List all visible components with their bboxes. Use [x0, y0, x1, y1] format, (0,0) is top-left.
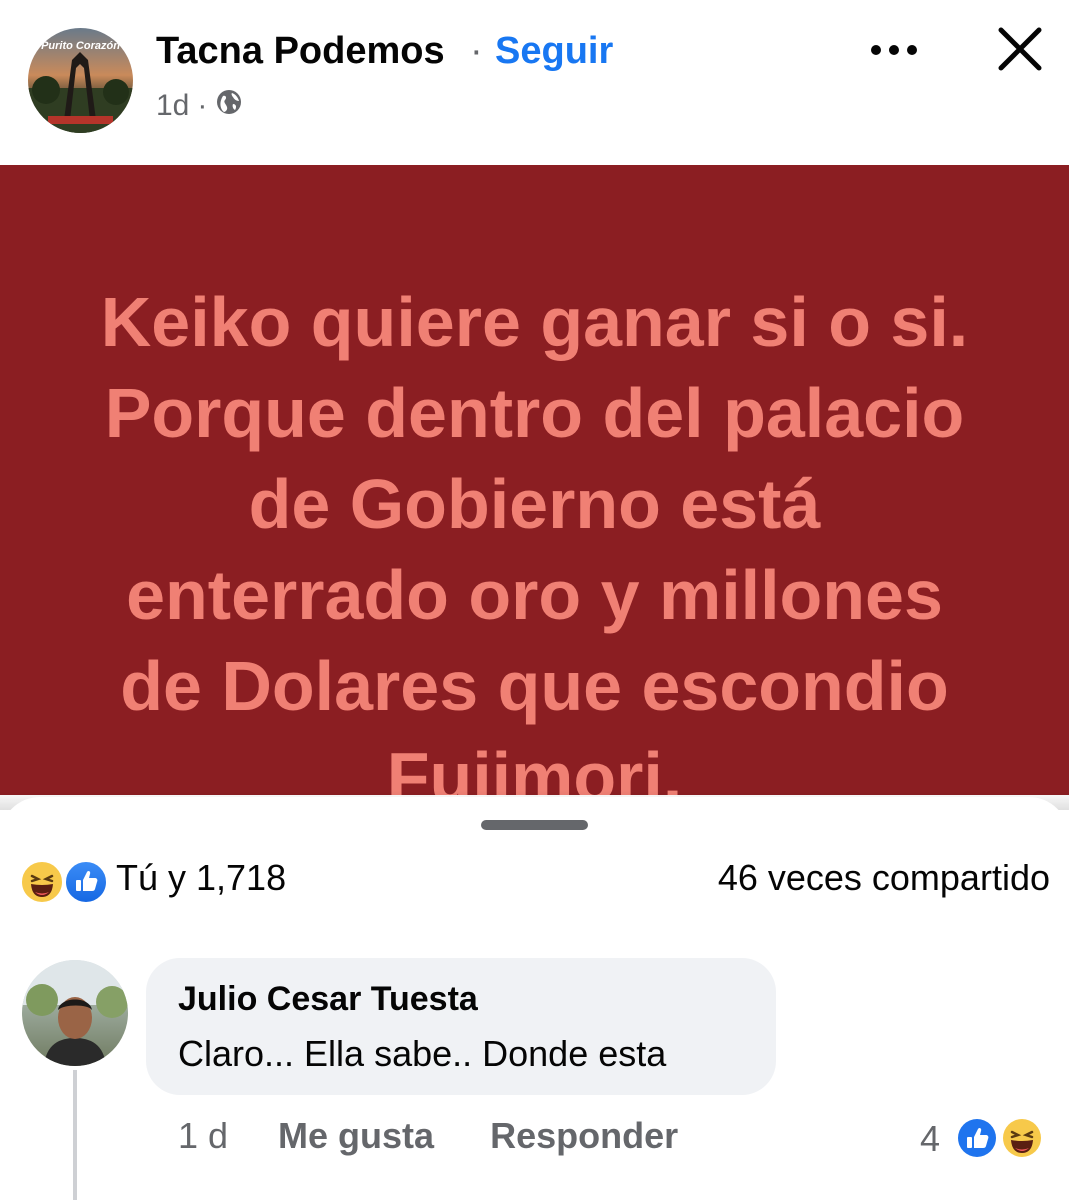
close-icon	[998, 27, 1042, 71]
reactions-count[interactable]: Tú y 1,718	[116, 857, 286, 899]
post-text: Keiko quiere ganar si o si. Porque dentr…	[100, 283, 969, 795]
page-avatar[interactable]: Purito Corazón	[28, 28, 133, 133]
more-horizontal-icon	[871, 45, 917, 55]
comment-author[interactable]: Julio Cesar Tuesta	[178, 980, 478, 1019]
avatar-caption: Purito Corazón	[41, 40, 120, 52]
name-separator: ·	[470, 30, 483, 72]
like-icon	[956, 1117, 998, 1159]
comment-actions: 1 d Me gusta Responder	[178, 1115, 678, 1157]
comment-reaction-icons[interactable]	[955, 1116, 1047, 1160]
haha-icon	[1001, 1117, 1043, 1159]
close-button[interactable]	[993, 22, 1047, 76]
post-text-background: Keiko quiere ganar si o si. Porque dentr…	[0, 165, 1069, 795]
shares-count[interactable]: 46 veces compartido	[718, 857, 1050, 899]
haha-icon	[20, 860, 64, 904]
globe-icon	[215, 88, 243, 124]
comment-text: Claro... Ella sabe.. Donde esta	[178, 1033, 667, 1074]
page-name-link[interactable]: Tacna Podemos	[156, 30, 445, 73]
reactions-summary[interactable]: Tú y 1,718 46 veces compartido	[20, 855, 1050, 905]
reply-thread-line	[73, 1070, 77, 1200]
post-meta: 1d ·	[156, 88, 243, 124]
meta-separator: ·	[197, 89, 208, 122]
comment-reply-button[interactable]: Responder	[490, 1115, 678, 1157]
commenter-avatar[interactable]	[22, 960, 128, 1066]
like-icon	[64, 860, 108, 904]
follow-button[interactable]: Seguir	[495, 30, 613, 73]
post-time[interactable]: 1d	[156, 89, 189, 123]
sheet-drag-handle[interactable]	[481, 820, 588, 830]
comment-reaction-count[interactable]: 4	[920, 1118, 940, 1160]
comment-like-button[interactable]: Me gusta	[278, 1115, 434, 1157]
reaction-icons	[20, 857, 110, 904]
comment-time[interactable]: 1 d	[178, 1115, 228, 1157]
more-options-button[interactable]	[866, 30, 926, 70]
post-header: Purito Corazón Tacna Podemos · Seguir 1d…	[0, 0, 1069, 165]
